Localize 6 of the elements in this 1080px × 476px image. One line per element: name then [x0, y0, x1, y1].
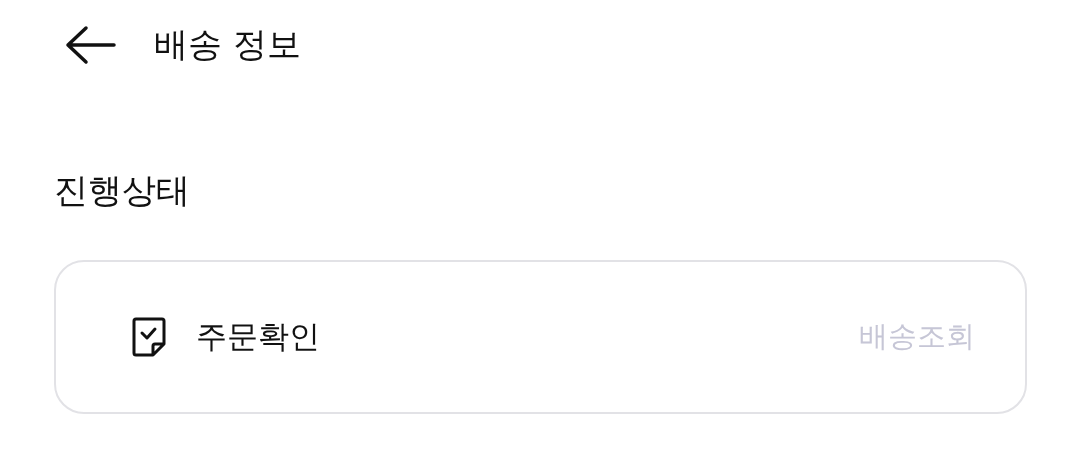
- document-check-icon: [132, 317, 166, 357]
- tracking-link[interactable]: 배송조회: [859, 317, 975, 357]
- page-title: 배송 정보: [154, 23, 301, 66]
- section-title: 진행상태: [53, 169, 191, 212]
- back-button[interactable]: [64, 25, 116, 65]
- status-text: 주문확인: [196, 317, 321, 356]
